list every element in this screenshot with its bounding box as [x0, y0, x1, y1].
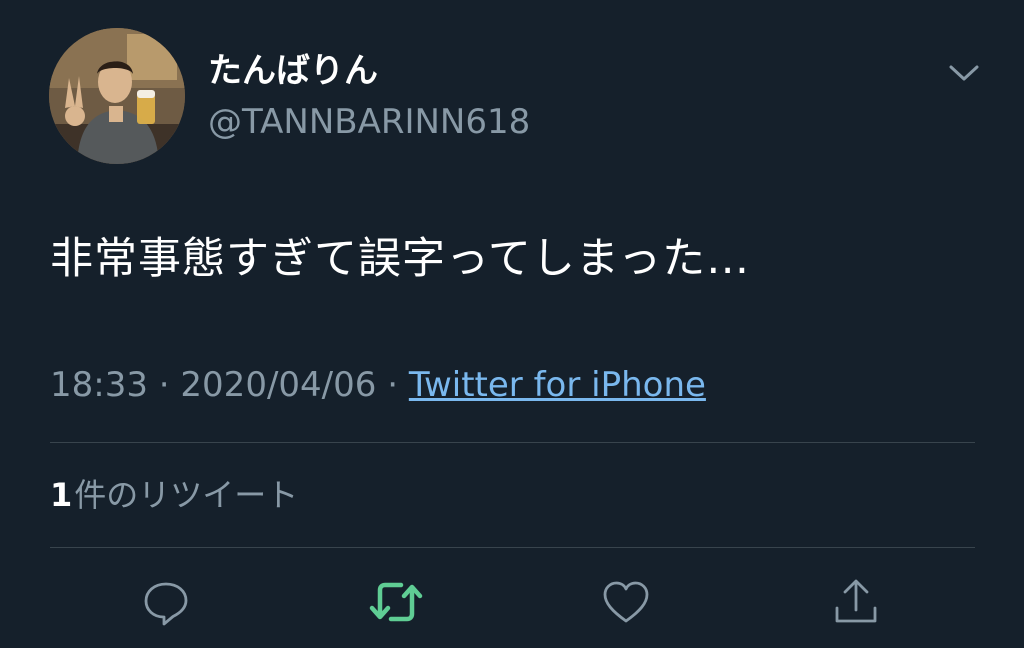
display-name[interactable]: たんばりん — [208, 48, 378, 94]
retweet-count-label: 件のリツイート — [74, 476, 299, 514]
tweet-time: 18:33 — [50, 365, 148, 405]
divider — [50, 442, 975, 443]
retweet-count-link[interactable]: 1件のリツイート — [50, 472, 298, 518]
tweet-source-link[interactable]: Twitter for iPhone — [409, 365, 706, 405]
tweet-text: 非常事態すぎて誤字ってしまった… — [50, 234, 751, 284]
share-icon — [835, 579, 877, 623]
reply-icon — [144, 582, 188, 626]
user-handle[interactable]: @TANNBARINN618 — [208, 100, 530, 144]
share-button[interactable] — [826, 572, 886, 632]
user-avatar-photo — [49, 28, 185, 164]
retweet-count: 1 — [50, 476, 73, 514]
divider — [50, 547, 975, 548]
like-button[interactable] — [596, 572, 656, 632]
tweet-detail: たんばりん @TANNBARINN618 非常事態すぎて誤字ってしまった… 18… — [0, 0, 1024, 648]
tweet-date: 2020/04/06 — [180, 365, 377, 405]
retweet-button[interactable] — [366, 572, 426, 632]
retweet-icon — [369, 582, 423, 622]
reply-button[interactable] — [136, 572, 196, 632]
avatar[interactable] — [49, 28, 185, 164]
tweet-meta: 18:33 · 2020/04/06 · Twitter for iPhone — [50, 362, 706, 408]
meta-separator: · — [147, 365, 181, 405]
meta-separator: · — [376, 365, 409, 405]
heart-icon — [603, 581, 649, 623]
chevron-down-icon[interactable] — [944, 56, 984, 88]
